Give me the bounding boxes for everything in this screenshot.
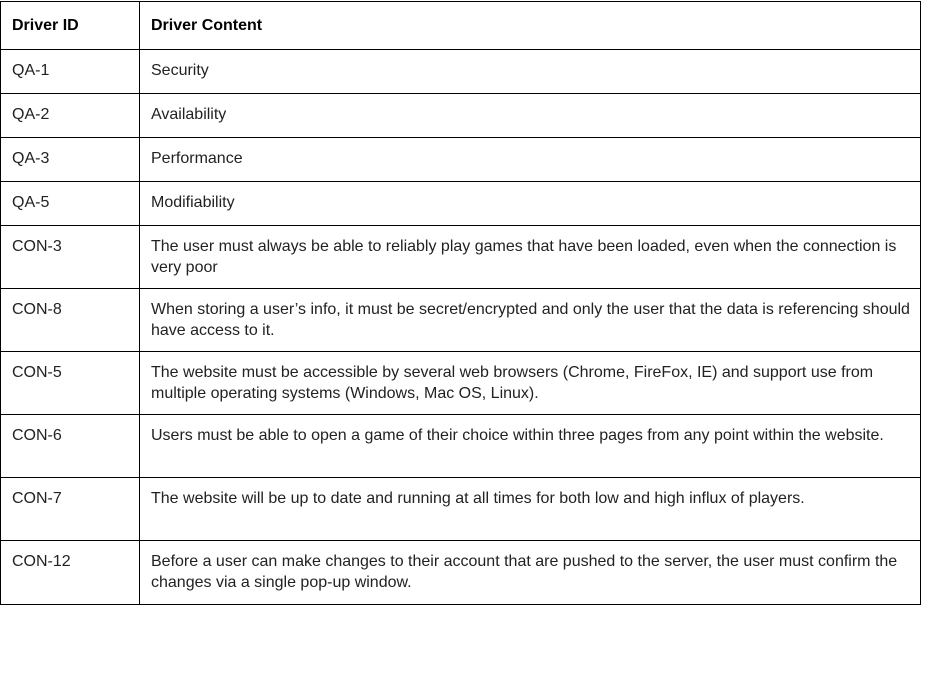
driver-content-cell: Before a user can make changes to their … xyxy=(139,540,921,605)
table-row: QA-1 Security xyxy=(0,49,921,94)
table-row: QA-2 Availability xyxy=(0,93,921,138)
table-row: CON-7 The website will be up to date and… xyxy=(0,477,921,541)
driver-id-cell: CON-6 xyxy=(0,414,140,478)
table-row: CON-6 Users must be able to open a game … xyxy=(0,414,921,478)
driver-id-cell: CON-5 xyxy=(0,351,140,415)
table-row: CON-12 Before a user can make changes to… xyxy=(0,540,921,605)
column-header-driver-content: Driver Content xyxy=(139,1,921,50)
drivers-table: Driver ID Driver Content QA-1 Security Q… xyxy=(0,1,921,605)
table-row: QA-3 Performance xyxy=(0,137,921,182)
driver-id-cell: CON-12 xyxy=(0,540,140,605)
driver-id-cell: CON-3 xyxy=(0,225,140,289)
driver-content-cell: The website must be accessible by severa… xyxy=(139,351,921,415)
driver-content-cell: Performance xyxy=(139,137,921,182)
driver-content-cell: Users must be able to open a game of the… xyxy=(139,414,921,478)
driver-content-cell: The user must always be able to reliably… xyxy=(139,225,921,289)
driver-content-cell: Modifiability xyxy=(139,181,921,226)
table-row: CON-8 When storing a user’s info, it mus… xyxy=(0,288,921,352)
table-header-row: Driver ID Driver Content xyxy=(0,1,921,50)
driver-content-cell: Availability xyxy=(139,93,921,138)
driver-content-cell: Security xyxy=(139,49,921,94)
table-row: CON-5 The website must be accessible by … xyxy=(0,351,921,415)
driver-content-cell: When storing a user’s info, it must be s… xyxy=(139,288,921,352)
driver-id-cell: QA-1 xyxy=(0,49,140,94)
driver-id-cell: QA-2 xyxy=(0,93,140,138)
driver-id-cell: QA-5 xyxy=(0,181,140,226)
driver-id-cell: CON-8 xyxy=(0,288,140,352)
driver-id-cell: CON-7 xyxy=(0,477,140,541)
table-row: CON-3 The user must always be able to re… xyxy=(0,225,921,289)
column-header-driver-id: Driver ID xyxy=(0,1,140,50)
driver-content-cell: The website will be up to date and runni… xyxy=(139,477,921,541)
driver-id-cell: QA-3 xyxy=(0,137,140,182)
table-row: QA-5 Modifiability xyxy=(0,181,921,226)
